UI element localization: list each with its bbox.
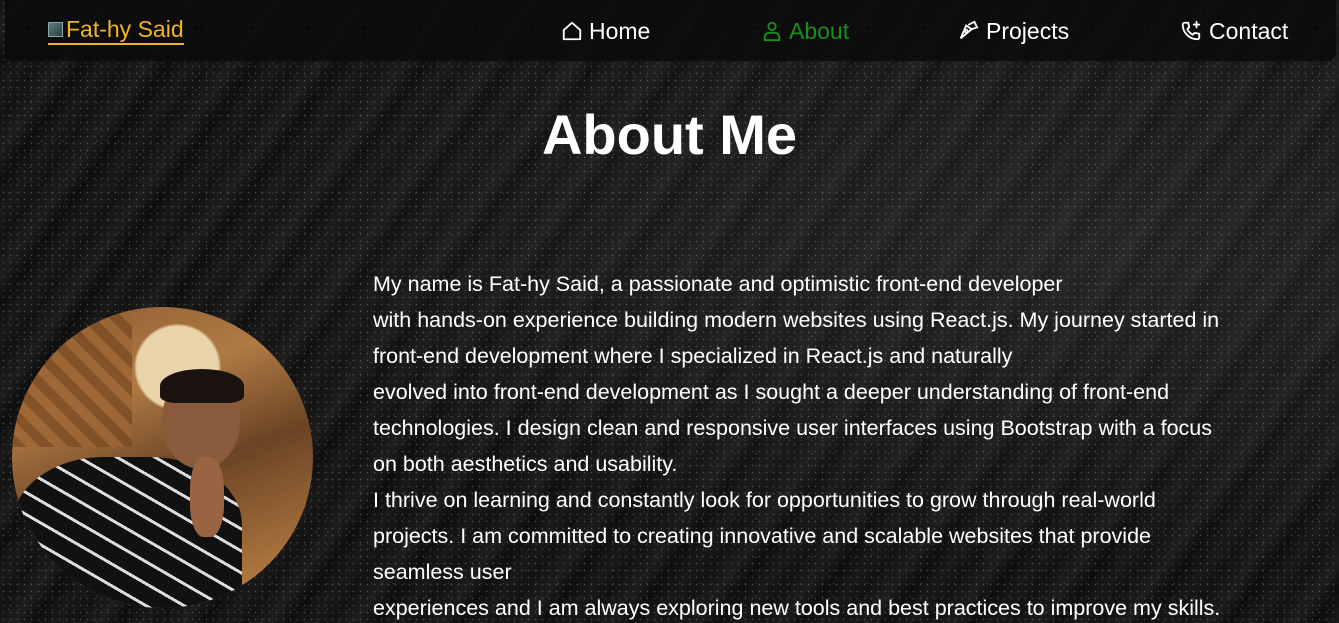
bio-paragraph: My name is Fat-hy Said, a passionate and… [373, 266, 1333, 623]
navbar: Fat-hy Said Home About Projects Contact [5, 0, 1336, 61]
nav-item-label: Contact [1209, 18, 1289, 44]
bio-line: I thrive on learning and constantly look… [373, 488, 1156, 512]
nav-item-label: Projects [986, 18, 1070, 44]
nav-item-projects[interactable]: Projects [956, 16, 1069, 46]
bio-line: seamless user [373, 560, 512, 584]
bio-line: experiences and I am always exploring ne… [373, 596, 1221, 620]
pen-tool-icon [959, 20, 979, 40]
profile-photo [12, 307, 313, 608]
bio-line: evolved into front-end development as I … [373, 380, 1170, 404]
home-icon [562, 21, 582, 41]
bio-line: with hands-on experience building modern… [373, 308, 1220, 332]
bio-line: My name is Fat-hy Said, a passionate and… [373, 272, 1063, 296]
user-icon [763, 21, 781, 42]
about-page: Fat-hy Said Home About Projects Contact … [0, 0, 1339, 623]
bio-line: technologies. I design clean and respons… [373, 416, 1212, 440]
bio-line: projects. I am committed to creating inn… [373, 524, 1151, 548]
bio-line: front-end development where I specialize… [373, 344, 1013, 368]
nav-item-home[interactable]: Home [561, 16, 650, 46]
nav-item-label: About [789, 18, 850, 44]
bio-line: on both aesthetics and usability. [373, 452, 678, 476]
page-title: About Me [541, 103, 798, 166]
nav-item-contact[interactable]: Contact [1179, 16, 1288, 46]
phone-plus-icon [1181, 20, 1201, 41]
nav-item-label: Home [589, 18, 651, 44]
brand-logo-icon [48, 21, 63, 37]
nav-item-about[interactable]: About [761, 16, 849, 46]
brand-name: Fat-hy Said [66, 16, 184, 42]
brand-link[interactable]: Fat-hy Said [48, 16, 184, 45]
